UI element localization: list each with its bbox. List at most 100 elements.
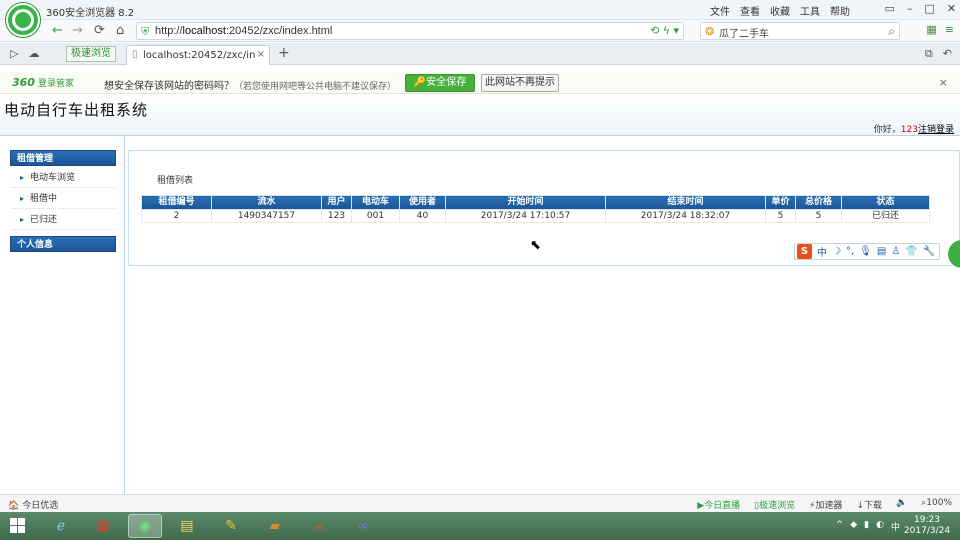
skin-icon[interactable]: ▭ [884, 2, 894, 15]
password-save-bar: 360 登录管家 想安全保存该网站的密码吗？（若您使用网吧等公共电脑不建议保存） … [0, 72, 960, 94]
sidebar-toggle-icon[interactable]: ▷ [10, 47, 18, 60]
status-fast-mode[interactable]: ▯极速浏览 [754, 498, 795, 511]
skin-shirt-icon[interactable]: 👕 [905, 246, 917, 257]
menu-favorites[interactable]: 收藏 [770, 3, 790, 18]
cell-user: 123 [321, 209, 352, 223]
browser-logo-icon[interactable] [6, 3, 40, 37]
apps-icon[interactable]: ▦ [926, 23, 936, 36]
sidebar-section-rental[interactable]: 租借管理 [10, 150, 116, 166]
mouse-cursor-icon: ⬉ [530, 238, 541, 253]
tab-bar-left-icons: ▷ ☁ [10, 47, 39, 60]
browser-360-icon[interactable]: ◉ [128, 514, 162, 538]
undo-close-icon[interactable]: ↶ [943, 47, 952, 61]
tray-network-icon[interactable]: ▮ [864, 520, 869, 533]
cell-rental-id: 2 [141, 209, 212, 223]
arrow-icon: ▸ [20, 173, 25, 182]
column-header: 用户 [321, 195, 352, 210]
search-engine-icon: ❂ [705, 25, 715, 38]
tab-close-icon[interactable]: × [257, 49, 265, 60]
taskbar-clock[interactable]: 19:23 2017/3/24 [902, 515, 952, 537]
windows-taskbar: ℯ ▦ ◉ ▤ ✎ ▰ ☕ ∞ ^ ◆ ▮ ◐ 中 19:23 2017/3/2… [0, 512, 960, 540]
cell-end-time: 2017/3/24 18:32:07 [605, 209, 766, 223]
browse-mode-toggle[interactable]: 极速浏览 [66, 46, 116, 62]
store-icon[interactable]: ▦ [86, 514, 120, 538]
menu-help[interactable]: 帮助 [830, 3, 850, 18]
column-header: 流水 [211, 195, 322, 210]
never-prompt-button[interactable]: 此网站不再提示 [481, 74, 559, 92]
browser-title: 360安全浏览器 8.2 [46, 8, 135, 19]
cell-total-price: 5 [795, 209, 842, 223]
column-header: 电动车 [351, 195, 400, 210]
browser-titlebar: 360安全浏览器 8.2 文件 查看 收藏 工具 帮助 ▭ – □ ✕ [0, 0, 960, 37]
clock-time: 19:23 [914, 515, 940, 525]
page-header: 电动自行车出租系统 你好，123注销登录 [0, 94, 960, 136]
tray-volume-icon[interactable]: ◐ [876, 520, 884, 533]
wrench-icon[interactable]: 🔧 [923, 246, 935, 257]
windows-start-icon[interactable] [10, 518, 26, 534]
status-volume-icon[interactable]: 🔈 [896, 498, 907, 511]
visual-studio-icon[interactable]: ∞ [346, 514, 380, 538]
status-download[interactable]: ↓下载 [856, 498, 882, 511]
ie-browser-icon[interactable]: ℯ [44, 514, 78, 538]
ime-mode-toggle[interactable]: 中 [817, 244, 827, 259]
maximize-icon[interactable]: □ [924, 2, 934, 15]
tools-app-icon[interactable]: ✎ [214, 514, 248, 538]
menu-view[interactable]: 查看 [740, 3, 760, 18]
column-header: 总价格 [795, 195, 842, 210]
search-icon[interactable]: ⌕ [888, 24, 895, 39]
rental-table: 租借编号 流水 用户 电动车 使用者 开始时间 结束时间 单价 总价格 状态 2… [141, 195, 930, 223]
cell-unit-price: 5 [765, 209, 796, 223]
browser-menu: 文件 查看 收藏 工具 帮助 [710, 3, 850, 18]
logout-link[interactable]: 注销登录 [918, 125, 954, 135]
tab-label[interactable]: localhost:20452/zxc/index.htm [143, 50, 255, 61]
close-icon[interactable]: ✕ [947, 2, 956, 15]
new-tab-button[interactable]: + [278, 45, 290, 61]
status-zoom[interactable]: ⌕100% [921, 498, 952, 511]
cell-status[interactable]: 已归还 [841, 209, 930, 223]
sidebar-section-profile[interactable]: 个人信息 [10, 236, 116, 252]
column-header: 结束时间 [605, 195, 766, 210]
microphone-icon[interactable]: 🎙 [859, 246, 872, 257]
tray-expand-icon[interactable]: ^ [836, 520, 844, 533]
address-toolbar: ← → ⟳ ⌂ ⛨ http://localhost:20452/zxc/ind… [0, 20, 960, 42]
status-daily-picks[interactable]: 🏠 今日优选 [8, 498, 58, 511]
home-icon[interactable]: ⌂ [116, 23, 124, 38]
refresh-icon[interactable]: ⟳ [94, 23, 105, 38]
cloud-icon[interactable]: ☁ [28, 47, 39, 60]
menu-icon[interactable]: ≡ [945, 23, 954, 36]
user-icon[interactable]: ♙ [891, 246, 900, 257]
notification-close-icon[interactable]: × [939, 76, 948, 89]
url-text[interactable]: http://localhost:20452/zxc/index.html [155, 25, 332, 37]
java-app-icon[interactable]: ☕ [302, 514, 336, 538]
folder-icon[interactable]: ▤ [170, 514, 204, 538]
search-text[interactable]: 瓜了二手车 [719, 25, 769, 40]
column-header: 租借编号 [141, 195, 212, 210]
shield-icon: ⛨ [141, 25, 150, 38]
url-action-icons[interactable]: ⟲ ϟ ▾ [650, 24, 679, 37]
minimize-icon[interactable]: – [907, 2, 913, 15]
tray-app-icon[interactable]: ◆ [850, 520, 857, 533]
sidebar-item-browse-bikes[interactable]: ▸ 电动车浏览 [12, 168, 116, 188]
search-input[interactable]: ❂ 瓜了二手车 ⌕ [700, 22, 900, 40]
status-accelerator[interactable]: ⚡加速器 [809, 498, 842, 511]
sogou-logo-icon[interactable]: S [797, 244, 812, 259]
keyboard-icon[interactable]: ▤ [877, 246, 886, 257]
forward-icon[interactable]: → [72, 23, 83, 38]
window-list-icon[interactable]: ⧉ [925, 47, 933, 61]
tab-active[interactable]: ▯ localhost:20452/zxc/index.htm × [126, 45, 270, 65]
safe-save-button[interactable]: 🔑安全保存 [405, 74, 475, 92]
tray-ime-icon[interactable]: 中 [891, 520, 900, 533]
ime-toolbar[interactable]: S 中 ☽ °, 🎙 ▤ ♙ 👕 🔧 [794, 243, 940, 260]
punctuation-icon[interactable]: °, [846, 246, 854, 257]
username: 123 [900, 125, 918, 135]
menu-tools[interactable]: 工具 [800, 3, 820, 18]
sidebar-item-returned[interactable]: ▸ 已归还 [12, 210, 116, 230]
sidebar-item-renting[interactable]: ▸ 租借中 [12, 189, 116, 209]
moon-icon[interactable]: ☽ [832, 246, 841, 257]
status-live[interactable]: ▶今日直播 [697, 498, 740, 511]
menu-file[interactable]: 文件 [710, 3, 730, 18]
sidebar: 租借管理 ▸ 电动车浏览 ▸ 租借中 ▸ 已归还 个人信息 [0, 136, 125, 496]
url-input[interactable]: ⛨ http://localhost:20452/zxc/index.html … [136, 22, 684, 40]
book-app-icon[interactable]: ▰ [258, 514, 292, 538]
back-icon[interactable]: ← [52, 23, 63, 38]
